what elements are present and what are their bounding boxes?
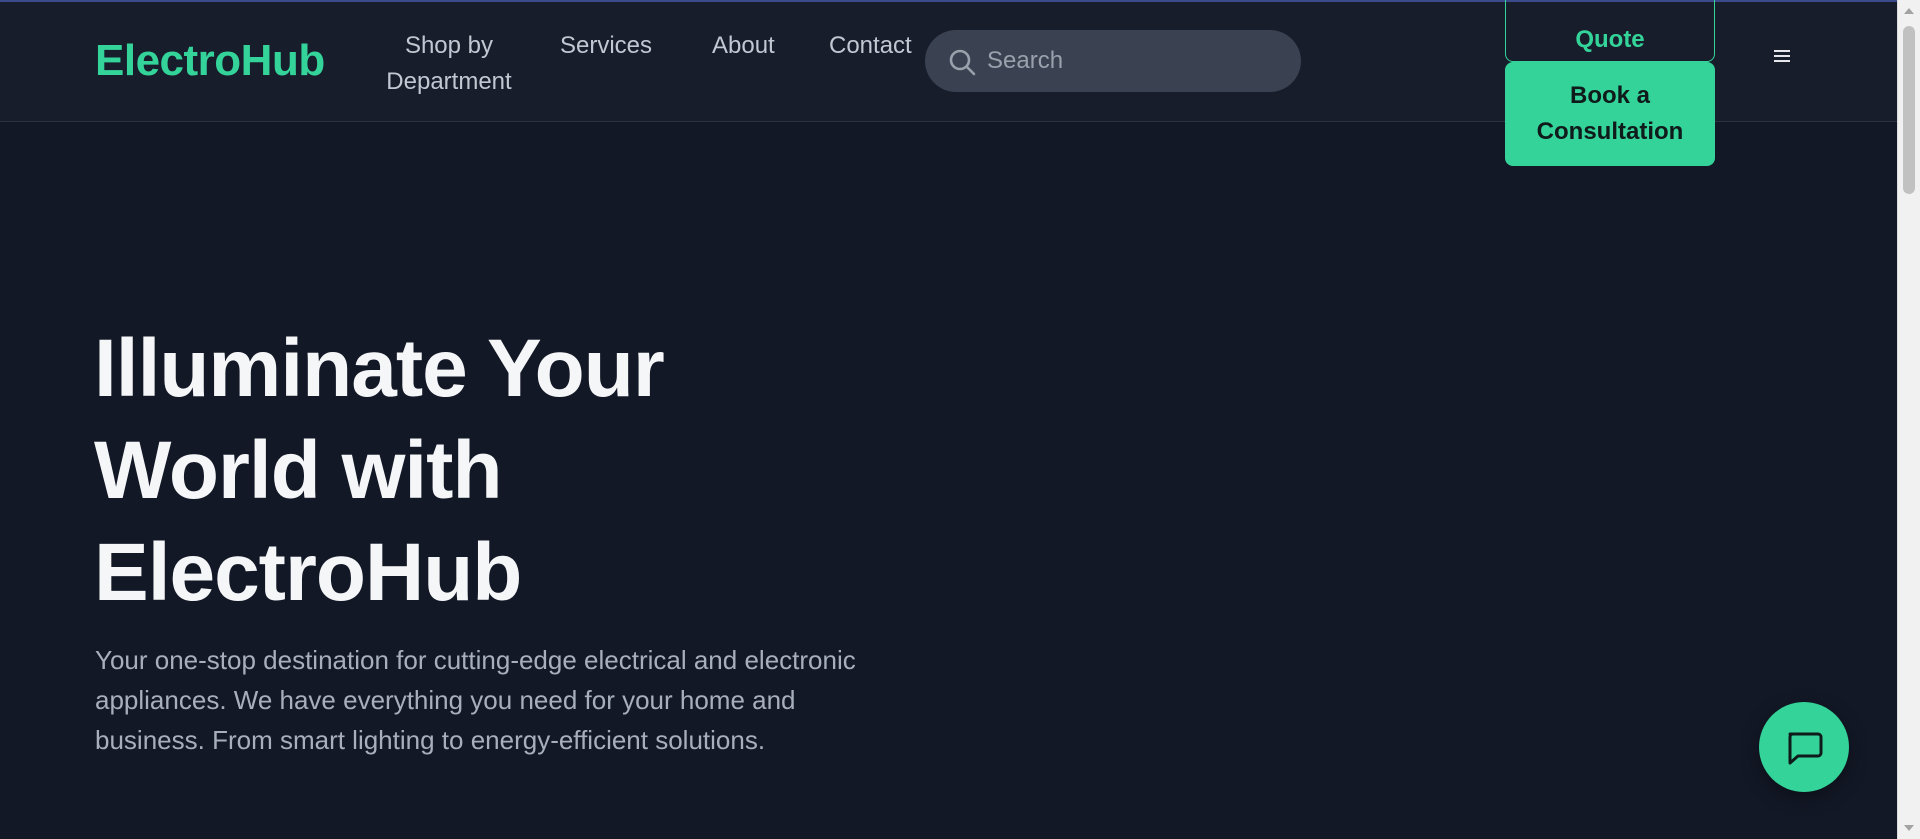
quote-button-label: Quote	[1575, 26, 1645, 53]
nav-about[interactable]: About	[712, 28, 775, 64]
chat-button[interactable]	[1759, 702, 1849, 792]
scroll-thumb[interactable]	[1903, 26, 1915, 194]
chat-bubble-icon	[1788, 732, 1823, 765]
nav-shop-by-department[interactable]: Shop by Department	[376, 28, 522, 100]
logo[interactable]: ElectroHub	[95, 36, 325, 86]
nav-contact[interactable]: Contact	[829, 28, 912, 64]
nav-services[interactable]: Services	[560, 28, 652, 64]
search-bar	[925, 30, 1301, 92]
scroll-down-arrow-icon[interactable]	[1904, 825, 1914, 831]
get-quote-button[interactable]: Quote	[1505, 0, 1715, 62]
hamburger-icon[interactable]	[1774, 50, 1790, 64]
book-consultation-button[interactable]: Book a Consultation	[1505, 62, 1715, 166]
page: ElectroHub Shop by Department Services A…	[0, 0, 1920, 839]
vertical-scrollbar[interactable]	[1897, 0, 1920, 839]
site-header: ElectroHub Shop by Department Services A…	[0, 0, 1897, 166]
scroll-up-arrow-icon[interactable]	[1904, 8, 1914, 14]
search-icon	[949, 49, 976, 76]
hero-description: Your one-stop destination for cutting-ed…	[95, 645, 856, 755]
hero-title: Illuminate Your World with ElectroHub	[94, 323, 665, 618]
search-input[interactable]	[987, 39, 1277, 83]
